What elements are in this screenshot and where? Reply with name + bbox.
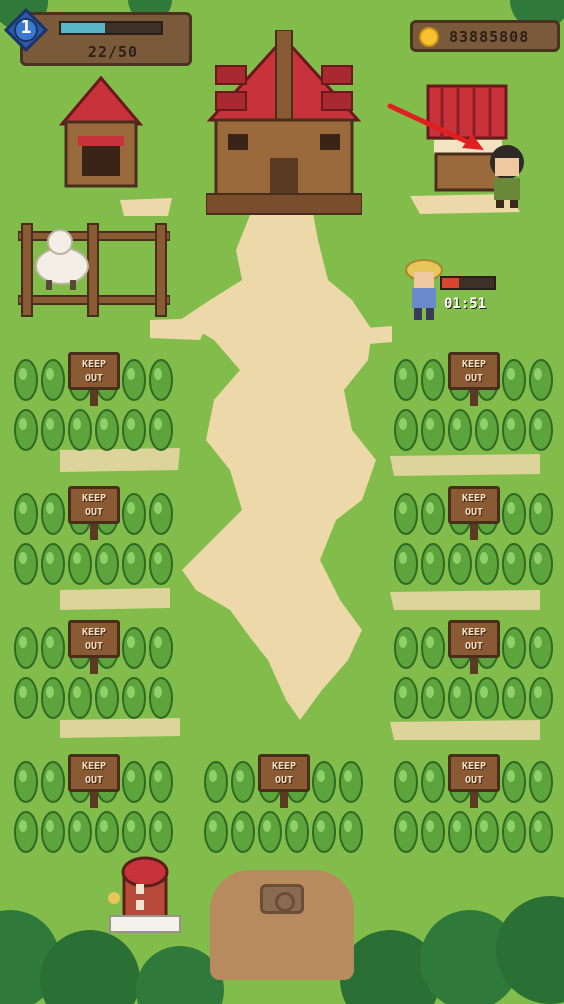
sign-line-1: KEEP — [81, 493, 107, 504]
farmer-progress-fill — [442, 278, 459, 288]
crop-plot[interactable]: KEEP OUT — [204, 754, 364, 874]
crop-plot[interactable]: KEEP OUT — [394, 486, 554, 606]
sign-post — [90, 390, 98, 406]
sign-text: KEEP OUT — [71, 492, 117, 520]
sign-post — [470, 658, 478, 674]
sign-board: KEEP OUT — [448, 352, 500, 390]
sign-post — [470, 524, 478, 540]
keep-out-sign: KEEP OUT — [448, 486, 500, 540]
barn[interactable] — [58, 74, 144, 192]
farmer-character[interactable] — [404, 256, 444, 322]
sign-board: KEEP OUT — [448, 620, 500, 658]
crop-plot[interactable]: KEEP OUT — [394, 620, 554, 740]
sign-board: KEEP OUT — [448, 486, 500, 524]
keep-out-sign: KEEP OUT — [448, 352, 500, 406]
farmer-timer: 01:51 — [444, 296, 487, 312]
xp-bar-fill — [61, 23, 105, 33]
keep-out-sign: KEEP OUT — [68, 754, 120, 808]
sign-line-1: KEEP — [461, 359, 487, 370]
keep-out-sign: KEEP OUT — [68, 486, 120, 540]
coin-count: 83885808 — [449, 28, 530, 46]
keep-out-sign: KEEP OUT — [448, 754, 500, 808]
farm-scene[interactable]: 22/50 1 83885808 01:51 KEEP OUT KEEP OUT… — [0, 0, 564, 1004]
crop-plot[interactable]: KEEP OUT — [394, 352, 554, 472]
farmer-progress-bar — [440, 276, 496, 290]
xp-count: 22/50 — [87, 43, 139, 61]
sheep-animal[interactable] — [32, 228, 98, 292]
sign-text: KEEP OUT — [451, 492, 497, 520]
sign-line-2: OUT — [84, 641, 104, 652]
sign-board: KEEP OUT — [68, 352, 120, 390]
silo-building[interactable] — [104, 852, 186, 936]
camera-icon[interactable] — [260, 884, 304, 914]
coin-hud[interactable]: 83885808 — [410, 20, 560, 52]
keep-out-sign: KEEP OUT — [68, 352, 120, 406]
sign-line-1: KEEP — [461, 761, 487, 772]
farmhouse[interactable] — [206, 30, 362, 220]
sign-board: KEEP OUT — [68, 486, 120, 524]
sign-line-2: OUT — [84, 373, 104, 384]
sign-post — [470, 792, 478, 808]
sign-board: KEEP OUT — [448, 754, 500, 792]
sign-line-1: KEEP — [461, 493, 487, 504]
keep-out-sign: KEEP OUT — [68, 620, 120, 674]
sign-text: KEEP OUT — [261, 760, 307, 788]
sign-text: KEEP OUT — [71, 358, 117, 386]
keep-out-sign: KEEP OUT — [258, 754, 310, 808]
sign-text: KEEP OUT — [451, 626, 497, 654]
sign-post — [90, 792, 98, 808]
sign-post — [90, 524, 98, 540]
level-hud[interactable]: 22/50 1 — [0, 8, 196, 70]
sign-line-1: KEEP — [271, 761, 297, 772]
sign-line-2: OUT — [464, 641, 484, 652]
crop-plot[interactable]: KEEP OUT — [14, 620, 174, 740]
sign-board: KEEP OUT — [258, 754, 310, 792]
crop-plot[interactable]: KEEP OUT — [14, 486, 174, 606]
sign-text: KEEP OUT — [451, 760, 497, 788]
sign-line-2: OUT — [464, 373, 484, 384]
sign-board: KEEP OUT — [68, 754, 120, 792]
sign-post — [90, 658, 98, 674]
sign-text: KEEP OUT — [71, 626, 117, 654]
crop-plot[interactable]: KEEP OUT — [394, 754, 554, 874]
sign-line-2: OUT — [274, 775, 294, 786]
sign-board: KEEP OUT — [68, 620, 120, 658]
keep-out-sign: KEEP OUT — [448, 620, 500, 674]
coin-icon — [419, 27, 439, 47]
sign-line-1: KEEP — [81, 627, 107, 638]
sign-line-2: OUT — [84, 507, 104, 518]
sign-line-1: KEEP — [81, 761, 107, 772]
sign-line-2: OUT — [84, 775, 104, 786]
sign-line-1: KEEP — [461, 627, 487, 638]
xp-bar — [59, 21, 163, 35]
level-number: 1 — [20, 17, 32, 38]
sign-post — [470, 390, 478, 406]
sign-text: KEEP OUT — [451, 358, 497, 386]
sign-text: KEEP OUT — [71, 760, 117, 788]
crop-plot[interactable]: KEEP OUT — [14, 352, 174, 472]
sign-line-2: OUT — [464, 775, 484, 786]
sign-post — [280, 792, 288, 808]
sign-line-2: OUT — [464, 507, 484, 518]
sign-line-1: KEEP — [81, 359, 107, 370]
pointer-arrow-icon — [387, 103, 484, 150]
